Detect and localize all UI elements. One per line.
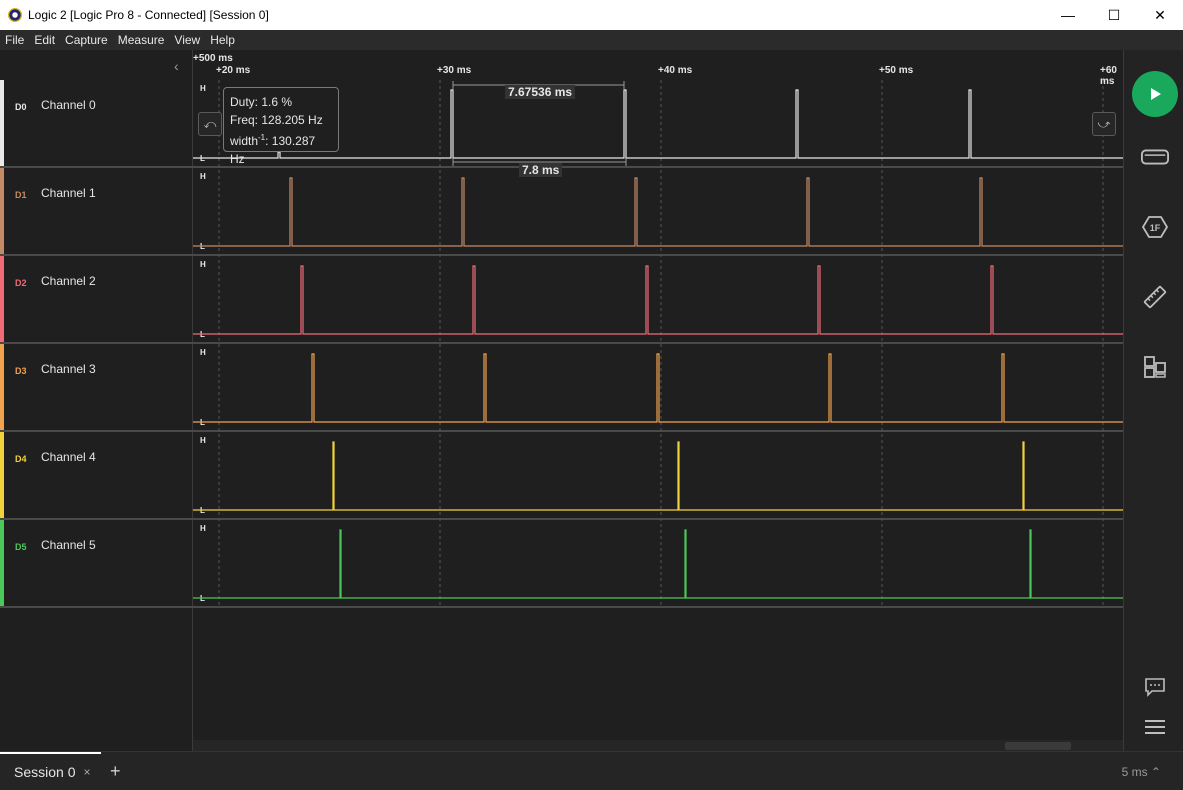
window-title: Logic 2 [Logic Pro 8 - Connected] [Sessi… [28,8,269,22]
collapse-panel-icon[interactable]: ‹ [174,58,179,74]
channel-color-bar [0,168,4,254]
time-tick-label: +30 ms [437,65,472,76]
zoom-level[interactable]: 5 ms ⌃ [1122,765,1161,779]
main-menu-button[interactable] [1141,713,1169,741]
menu-help[interactable]: Help [205,33,240,47]
menu-view[interactable]: View [169,33,205,47]
channel-color-bar [0,432,4,518]
maximize-button[interactable]: ☐ [1091,0,1137,30]
chat-icon [1145,678,1165,697]
timeline-origin-label: +500 ms [193,53,233,64]
pulse-measurement-tooltip: Duty: 1.6 % Freq: 128.205 Hz width-1: 13… [223,87,339,166]
time-tick-label: +50 ms [879,65,914,76]
device-settings-button[interactable] [1141,143,1169,171]
channel-row-0[interactable]: D0 Channel 0 [0,80,193,168]
trace-channel-5 [193,529,1123,599]
time-ruler[interactable]: +500 ms +20 ms +30 ms +40 ms +50 ms +60 … [193,50,1123,87]
width-inverse-value: width-1: 130.287 Hz [230,129,332,168]
channel-name[interactable]: Channel 1 [41,186,96,200]
channel-row-5[interactable]: D5 Channel 5 [0,520,193,608]
session-tab[interactable]: Session 0 × [0,752,101,790]
frequency-value: Freq: 128.205 Hz [230,113,323,127]
add-session-button[interactable]: + [110,761,121,782]
channel-name[interactable]: Channel 0 [41,98,96,112]
scrollbar-thumb[interactable] [1005,742,1071,750]
grid-lines [218,80,1104,608]
menu-capture[interactable]: Capture [60,33,113,47]
time-tick-label: +60 ms [1100,65,1117,87]
channel-color-bar [0,344,4,430]
channel-row-4[interactable]: D4 Channel 4 [0,432,193,520]
channel-tag: D5 [15,542,27,552]
minimize-button[interactable]: — [1045,0,1091,30]
channel-row-2[interactable]: D2 Channel 2 [0,256,193,344]
trace-channel-3 [193,353,1123,423]
channel-tag: D2 [15,278,27,288]
menu-bar: File Edit Capture Measure View Help [0,30,1183,50]
menu-edit[interactable]: Edit [29,33,60,47]
signal-traces [193,80,1123,608]
trace-channel-1 [193,177,1123,247]
previous-edge-icon[interactable]: ⤺ [198,112,222,136]
trace-channel-2 [193,265,1123,335]
time-tick-label: +40 ms [658,65,693,76]
right-sidebar: 1F [1123,50,1183,751]
ruler-icon [1143,285,1167,309]
menu-icon [1145,720,1165,734]
extensions-button[interactable] [1141,353,1169,381]
close-session-icon[interactable]: × [83,765,90,779]
next-edge-icon[interactable]: ⤻ [1092,112,1116,136]
waveform-area[interactable]: H L H L H L H L H L H L [193,50,1123,751]
channel-tag: D1 [15,190,27,200]
channel-tag: D0 [15,102,27,112]
analyzer-icon: 1F [1142,216,1168,238]
channel-color-bar [0,256,4,342]
svg-text:1F: 1F [1150,223,1161,233]
title-bar: Logic 2 [Logic Pro 8 - Connected] [Sessi… [0,0,1183,30]
start-capture-button[interactable] [1132,71,1178,117]
device-icon [1141,149,1169,165]
channel-color-bar [0,80,4,166]
time-tick-label: +20 ms [216,65,251,76]
session-tab-label[interactable]: Session 0 [14,764,75,780]
channel-tag: D3 [15,366,27,376]
close-button[interactable]: ✕ [1137,0,1183,30]
channel-row-1[interactable]: D1 Channel 1 [0,168,193,256]
channel-list-panel: ‹ D0 Channel 0 D1 Channel 1 D2 Channel 2… [0,50,193,751]
width-prefix: width [230,134,259,148]
period-measurement: 7.8 ms [519,163,563,177]
channel-color-bar [0,520,4,606]
session-bar: Session 0 × + 5 ms ⌃ [0,751,1183,790]
horizontal-scrollbar[interactable] [193,740,1123,751]
menu-measure[interactable]: Measure [113,33,170,47]
measurements-button[interactable] [1141,283,1169,311]
channel-row-3[interactable]: D3 Channel 3 [0,344,193,432]
channel-name[interactable]: Channel 2 [41,274,96,288]
duty-value: Duty: 1.6 % [230,95,293,109]
channel-tag: D4 [15,454,27,464]
high-width-measurement: 7.67536 ms [505,85,576,99]
trace-channel-4 [193,441,1123,511]
channel-name[interactable]: Channel 5 [41,538,96,552]
channel-name[interactable]: Channel 3 [41,362,96,376]
play-icon [1151,88,1161,100]
extensions-icon [1144,356,1166,378]
channel-name[interactable]: Channel 4 [41,450,96,464]
app-logo-icon [8,8,22,22]
menu-file[interactable]: File [0,33,29,47]
feedback-button[interactable] [1141,673,1169,701]
analyzers-button[interactable]: 1F [1141,213,1169,241]
